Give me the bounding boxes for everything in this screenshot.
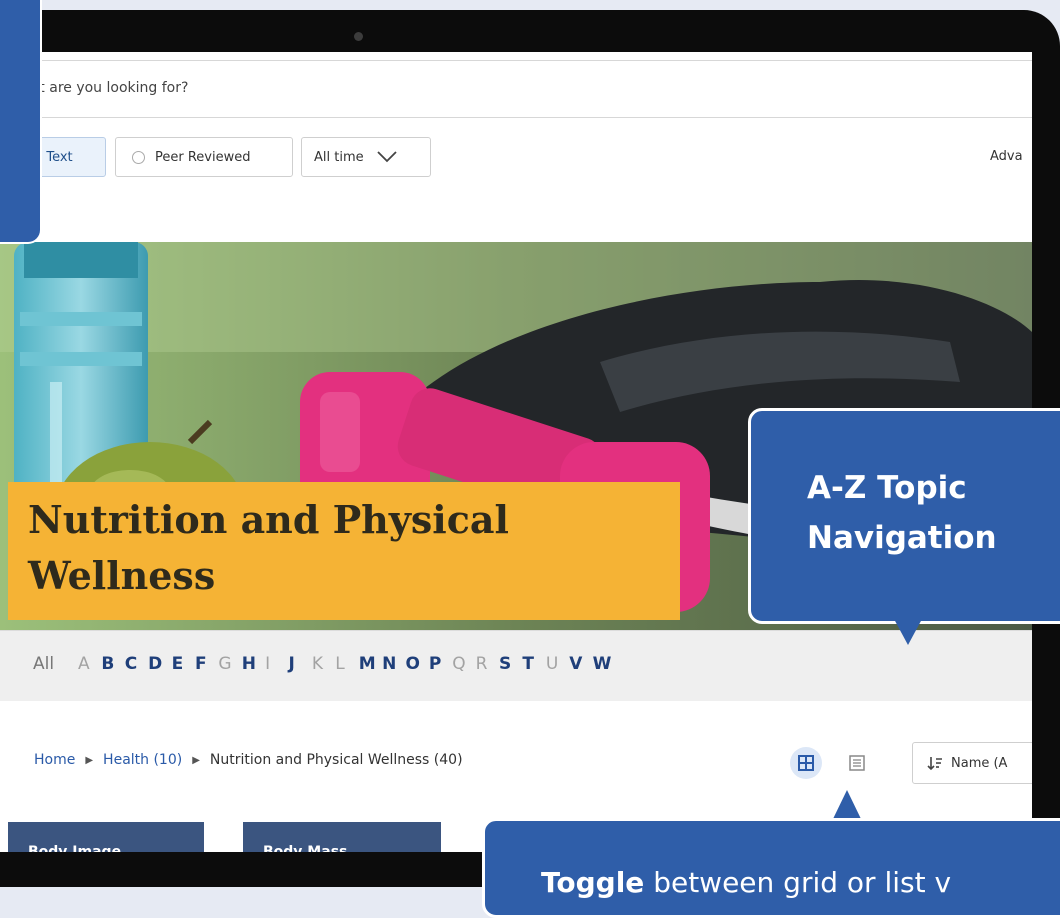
page-title: Nutrition and Physical Wellness <box>28 497 509 598</box>
az-letter-i: I <box>265 654 271 674</box>
search-input[interactable] <box>8 75 908 101</box>
callout-toggle-bold: Toggle <box>541 866 645 899</box>
callout-toggle-pointer <box>832 790 862 821</box>
list-view-icon <box>849 755 865 771</box>
topic-card-title: Body Image <box>28 844 122 852</box>
az-letter-g: G <box>218 654 232 674</box>
breadcrumb-separator-icon: ▶ <box>85 754 94 766</box>
az-letter-e[interactable]: E <box>172 654 195 674</box>
az-letter-row: All ABCDEFGHIJKLMNOPQRSTUVW <box>33 654 616 674</box>
chevron-down-icon <box>376 151 397 163</box>
callout-toggle-rest: between grid or list v <box>653 866 952 899</box>
topic-card-title: Body Mass <box>263 844 348 852</box>
sort-select[interactable]: Name (A <box>912 742 1032 784</box>
az-letter-k: K <box>311 654 324 674</box>
az-letter-v[interactable]: V <box>569 654 592 674</box>
sort-label: Name (A <box>951 755 1008 771</box>
az-letter-w[interactable]: W <box>593 654 616 674</box>
az-letter-t[interactable]: T <box>522 654 545 674</box>
callout-toggle: Toggle between grid or list v <box>482 818 1060 918</box>
az-letter-h[interactable]: H <box>242 654 265 674</box>
sort-icon <box>927 757 942 771</box>
az-letter-p[interactable]: P <box>429 654 452 674</box>
camera-icon <box>354 32 363 41</box>
grid-view-icon <box>798 755 814 771</box>
time-filter-label: All time <box>314 149 364 165</box>
list-view-button[interactable] <box>846 752 868 774</box>
az-all-link[interactable]: All <box>33 654 78 674</box>
peer-reviewed-label: Peer Reviewed <box>155 149 251 165</box>
az-letter-r: R <box>475 654 488 674</box>
az-letter-u: U <box>545 654 559 674</box>
az-letter-n[interactable]: N <box>382 654 405 674</box>
breadcrumb-home[interactable]: Home <box>34 752 75 768</box>
search-bar <box>0 60 1032 118</box>
topic-card[interactable]: Body Image <box>8 822 204 852</box>
callout-az-text: A-Z Topic Navigation <box>807 470 997 556</box>
breadcrumb-separator-icon: ▶ <box>192 754 200 766</box>
az-letter-d[interactable]: D <box>148 654 171 674</box>
az-navigation: All ABCDEFGHIJKLMNOPQRSTUVW <box>0 630 1032 701</box>
radio-icon <box>132 150 145 164</box>
callout-az-pointer <box>894 619 922 645</box>
az-letter-b[interactable]: B <box>101 654 124 674</box>
az-letter-q: Q <box>452 654 466 674</box>
az-letter-f[interactable]: F <box>195 654 218 674</box>
peer-reviewed-filter-button[interactable]: Peer Reviewed <box>115 137 293 177</box>
advanced-search-link[interactable]: Adva <box>990 149 1023 164</box>
callout-toggle-text: Toggle between grid or list v <box>541 866 951 899</box>
hero-title-box: Nutrition and Physical Wellness <box>8 482 680 620</box>
az-letter-c[interactable]: C <box>125 654 148 674</box>
callout-az-navigation: A-Z Topic Navigation <box>748 408 1060 624</box>
az-letter-j[interactable]: J <box>289 654 312 674</box>
az-letter-o[interactable]: O <box>405 654 428 674</box>
az-letter-l: L <box>335 654 345 674</box>
az-letter-m[interactable]: M <box>359 654 382 674</box>
breadcrumb-health[interactable]: Health (10) <box>103 752 182 768</box>
grid-view-button[interactable] <box>790 747 822 779</box>
breadcrumb-current: Nutrition and Physical Wellness (40) <box>209 752 463 768</box>
time-filter-select[interactable]: All time <box>301 137 431 177</box>
topic-card[interactable]: Body Mass <box>243 822 441 852</box>
az-letter-a: A <box>78 654 90 674</box>
callout-left <box>0 0 42 244</box>
az-letter-s[interactable]: S <box>499 654 522 674</box>
breadcrumb: Home ▶ Health (10) ▶ Nutrition and Physi… <box>34 752 463 768</box>
